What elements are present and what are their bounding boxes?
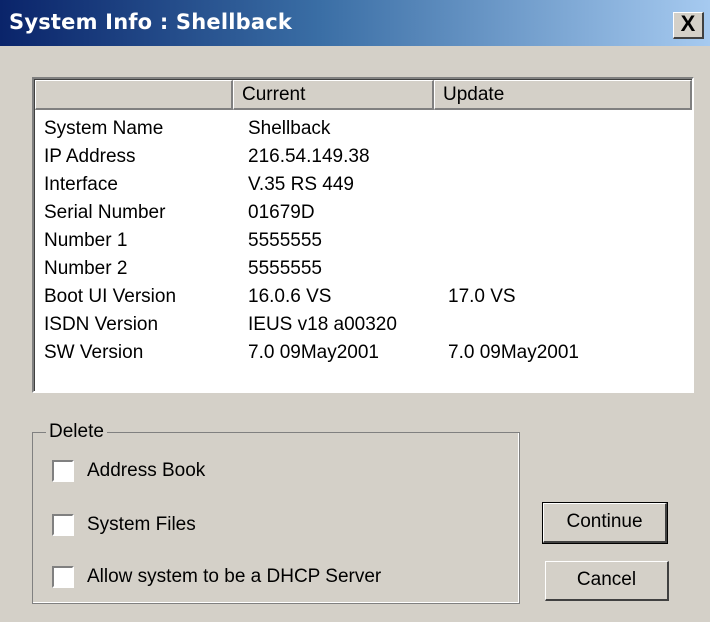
row-current: V.35 RS 449: [248, 174, 354, 195]
row-current: 01679D: [248, 202, 315, 223]
row-current: Shellback: [248, 118, 331, 139]
row-current: IEUS v18 a00320: [248, 314, 397, 335]
system-info-list[interactable]: Current Update System Name Shellback IP …: [32, 77, 694, 393]
row-name: SW Version: [44, 342, 144, 363]
cancel-button[interactable]: Cancel: [545, 561, 669, 601]
window-title: System Info : Shellback: [9, 10, 293, 34]
row-name: Number 1: [44, 230, 128, 251]
row-current: 16.0.6 VS: [248, 286, 332, 307]
row-update: 7.0 09May2001: [448, 342, 579, 363]
address-book-label[interactable]: Address Book: [87, 460, 205, 482]
row-current: 7.0 09May2001: [248, 342, 379, 363]
system-files-label[interactable]: System Files: [87, 514, 196, 536]
address-book-checkbox[interactable]: [52, 460, 74, 482]
title-bar: System Info : Shellback X: [0, 0, 710, 46]
close-icon: X: [680, 11, 696, 36]
row-current: 5555555: [248, 258, 322, 279]
row-update: 17.0 VS: [448, 286, 516, 307]
row-name: Number 2: [44, 258, 128, 279]
system-files-checkbox[interactable]: [52, 514, 74, 536]
delete-group-legend: Delete: [46, 421, 107, 443]
column-header-name[interactable]: [35, 80, 233, 110]
row-current: 5555555: [248, 230, 322, 251]
column-header-update[interactable]: Update: [434, 80, 692, 110]
row-name: IP Address: [44, 146, 136, 167]
dhcp-server-label[interactable]: Allow system to be a DHCP Server: [87, 566, 381, 588]
row-name: Interface: [44, 174, 118, 195]
row-name: System Name: [44, 118, 164, 139]
dhcp-server-checkbox[interactable]: [52, 566, 74, 588]
close-button[interactable]: X: [673, 12, 704, 39]
row-name: Serial Number: [44, 202, 166, 223]
continue-button[interactable]: Continue: [542, 502, 668, 544]
row-name: ISDN Version: [44, 314, 159, 335]
column-header-current[interactable]: Current: [233, 80, 434, 110]
row-name: Boot UI Version: [44, 286, 177, 307]
row-current: 216.54.149.38: [248, 146, 370, 167]
